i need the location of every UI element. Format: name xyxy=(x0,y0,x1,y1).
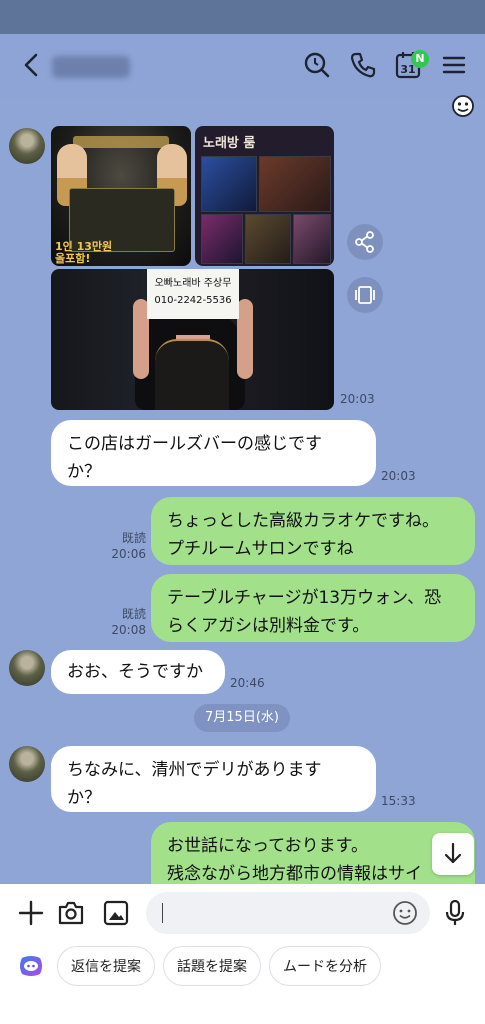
message-time: 20:06 xyxy=(111,547,146,561)
message-input[interactable] xyxy=(146,892,430,934)
photo-image[interactable]: 오빠노래바 주상무 010-2242-5536 xyxy=(51,269,334,410)
read-label: 既読 xyxy=(121,531,146,545)
avatar[interactable] xyxy=(9,128,45,164)
chat-title[interactable] xyxy=(52,56,130,78)
back-arrow-icon[interactable] xyxy=(16,48,48,82)
message-time: 20:03 xyxy=(340,392,375,406)
input-bar: 返信を提案 話題を提案 ムードを分析 xyxy=(0,884,485,1024)
album-button[interactable] xyxy=(347,277,383,313)
plus-icon[interactable] xyxy=(16,898,46,928)
incoming-message[interactable]: おお、そうですか xyxy=(51,650,225,694)
suggest-reply-chip[interactable]: 返信を提案 xyxy=(57,946,155,986)
arrow-down-icon xyxy=(444,842,462,864)
chat-area[interactable]: 1인 13만원 올포함! 노래방 룸 오빠노래바 주상무 010-2242-55… xyxy=(0,98,485,884)
new-badge: N xyxy=(411,50,429,68)
image-icon[interactable] xyxy=(101,898,131,928)
menu-icon[interactable] xyxy=(440,50,470,80)
outgoing-message[interactable]: ちょっとした高級カラオケですね。 プチルームサロンですね xyxy=(151,497,475,565)
read-receipt: 既読 20:08 xyxy=(104,606,146,638)
ad-image-rooms[interactable]: 노래방 룸 xyxy=(195,126,334,266)
share-button[interactable] xyxy=(347,224,383,260)
room-photo xyxy=(245,214,291,264)
share-icon xyxy=(355,231,374,253)
photo-sign: 오빠노래바 주상무 010-2242-5536 xyxy=(147,269,239,319)
outgoing-message[interactable]: テーブルチャージが13万ウォン、恐 らくアガシは別料金です。 xyxy=(151,574,475,642)
incoming-message[interactable]: この店はガールズバーの感じです か？ xyxy=(51,420,376,486)
sign-line1: 오빠노래바 주상무 xyxy=(154,278,232,289)
photo-dress xyxy=(155,339,229,410)
photo-arm xyxy=(237,299,253,379)
sign-line2: 010-2242-5536 xyxy=(154,295,232,306)
analyze-mood-chip[interactable]: ムードを分析 xyxy=(269,946,381,986)
outgoing-message[interactable]: お世話になっております。 残念ながら地方都市の情報はサイ xyxy=(151,822,475,884)
scroll-down-button[interactable] xyxy=(432,833,474,875)
room-title: 노래방 룸 xyxy=(203,136,256,151)
date-separator: 7月15日(水) xyxy=(194,704,290,732)
suggest-topic-chip[interactable]: 話題を提案 xyxy=(163,946,261,986)
phone-icon[interactable] xyxy=(348,50,378,80)
room-photo xyxy=(201,156,257,212)
read-label: 既読 xyxy=(121,607,146,621)
status-bar xyxy=(0,0,485,34)
ad-image-poster[interactable]: 1인 13만원 올포함! xyxy=(51,126,191,266)
message-time: 20:46 xyxy=(230,676,265,690)
chat-header: 31 N xyxy=(0,34,485,98)
microphone-icon[interactable] xyxy=(440,898,470,928)
avatar[interactable] xyxy=(9,746,45,782)
poster-price: 1인 13만원 올포함! xyxy=(55,241,112,265)
room-photo xyxy=(293,214,331,264)
read-receipt: 既読 20:06 xyxy=(104,530,146,562)
poster-price-line2: 올포함! xyxy=(55,252,91,265)
text-caret xyxy=(162,903,163,923)
message-time: 20:08 xyxy=(111,623,146,637)
search-icon[interactable] xyxy=(302,50,332,80)
ai-assistant-icon[interactable] xyxy=(18,955,44,977)
camera-icon[interactable] xyxy=(56,898,86,928)
incoming-message[interactable]: ちなみに、清州でデリがあります か？ xyxy=(51,746,376,812)
avatar[interactable] xyxy=(9,650,45,686)
room-photo xyxy=(259,156,331,212)
message-time: 15:33 xyxy=(381,794,416,808)
room-photo xyxy=(201,214,243,264)
poster-banner xyxy=(73,136,169,148)
emoji-icon[interactable] xyxy=(392,900,418,926)
album-icon xyxy=(355,286,375,304)
message-time: 20:03 xyxy=(381,469,416,483)
